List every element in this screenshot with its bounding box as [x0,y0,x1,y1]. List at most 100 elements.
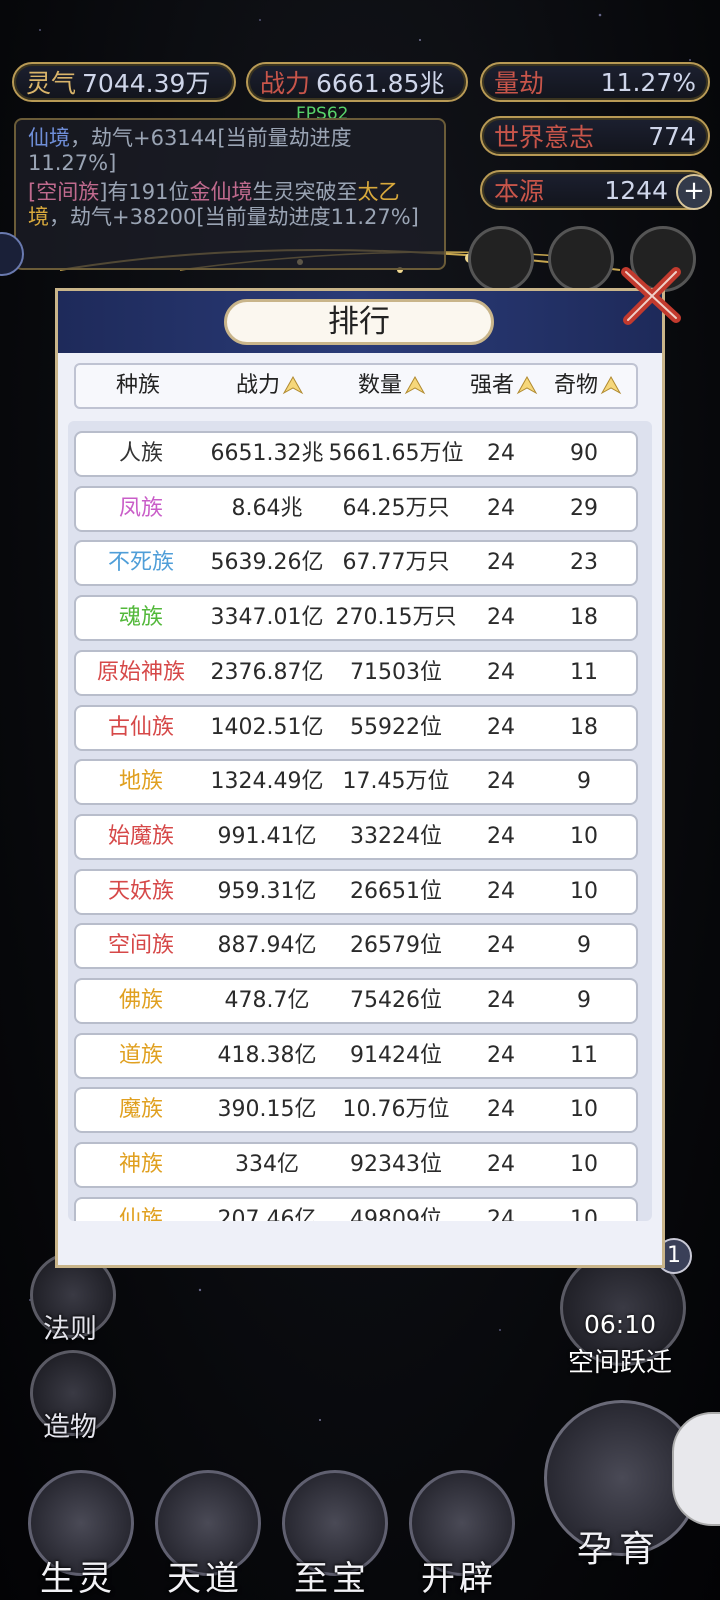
power-cell: 207.46亿 [217,1206,317,1221]
zhanli-display[interactable]: 战力 6661.85兆 [246,62,468,102]
col-race[interactable]: 种族 [116,365,160,407]
count-cell: 91424位 [350,1042,442,1068]
nav-zhi-bao[interactable]: 至宝 [272,1470,392,1600]
nav-tian-dao[interactable]: 天道 [145,1470,265,1600]
table-row[interactable]: 仙族 207.46亿 49809位 24 10 [74,1196,638,1221]
world-will-label: 世界意志 [494,123,595,152]
strong-cell: 24 [487,1042,515,1068]
table-row[interactable]: 凤族 8.64兆 64.25万只 24 29 [74,485,638,532]
table-row[interactable]: 佛族 478.7亿 75426位 24 9 [74,978,638,1024]
lingqi-display[interactable]: 灵气 7044.39万 [12,62,236,102]
strong-cell: 24 [487,1097,515,1123]
count-cell: 92343位 [350,1152,442,1178]
liangjie-value: 11.27% [600,67,696,97]
zao-wu-button[interactable]: 造物 [26,1350,116,1443]
race-cell: 不死族 [107,550,174,576]
nav-tian-dao-label: 天道 [167,1559,243,1599]
table-row[interactable]: 人族 6651.32兆 5661.65万位 24 90 [74,431,638,477]
col-strong[interactable]: 强者 [470,365,538,407]
race-cell: 凤族 [118,495,163,521]
liangjie-label: 量劫 [494,69,545,98]
count-cell: 26651位 [350,878,442,904]
table-row[interactable]: 魔族 390.15亿 10.76万位 24 10 [74,1087,638,1134]
table-row[interactable]: 地族 1324.49亿 17.45万位 24 9 [74,759,638,806]
side-icon-2[interactable] [548,226,614,292]
table-row[interactable]: 魂族 3347.01亿 270.15万只 24 18 [74,595,638,642]
race-cell: 地族 [118,769,163,795]
table-row[interactable]: 始魔族 991.41亿 33224位 24 10 [74,813,638,860]
power-cell: 334亿 [235,1152,299,1178]
benyuan-display[interactable]: 本源 1244 + [480,170,712,210]
strong-cell: 24 [487,441,515,466]
sort-up-icon [282,375,304,395]
fa-ze-label: 法则 [43,1314,97,1345]
items-cell: 18 [570,605,598,631]
add-benyuan-button[interactable]: + [676,174,712,210]
power-cell: 887.94亿 [217,933,317,959]
race-cell: 魂族 [118,605,163,631]
sort-up-icon [516,375,538,395]
space-jump-timer: 06:10 [583,1310,657,1339]
table-row[interactable]: 天妖族 959.31亿 26651位 24 10 [74,868,638,915]
log-realm: 金仙境 [189,180,253,204]
count-cell: 270.15万只 [335,605,457,631]
power-cell: 2376.87亿 [210,659,324,685]
log-realm: 仙境 [28,126,70,150]
items-cell: 90 [570,441,598,466]
table-row[interactable]: 不死族 5639.26亿 67.77万只 24 23 [74,540,638,587]
strong-cell: 24 [487,605,515,631]
items-cell: 29 [570,495,598,521]
items-cell: 23 [570,550,598,576]
col-count[interactable]: 数量 [358,365,426,407]
nav-sheng-ling[interactable]: 生灵 [18,1470,138,1600]
table-row[interactable]: 道族 418.38亿 91424位 24 11 [74,1032,638,1079]
table-row[interactable]: 原始神族 2376.87亿 71503位 24 11 [74,649,638,696]
race-cell: 仙族 [118,1206,163,1221]
liangjie-display[interactable]: 量劫 11.27% [480,62,710,102]
strong-cell: 24 [487,495,515,521]
count-cell: 55922位 [350,714,442,740]
items-cell: 10 [570,823,598,849]
col-items[interactable]: 奇物 [554,365,622,407]
race-cell: 原始神族 [96,659,185,685]
table-row[interactable]: 古仙族 1402.51亿 55922位 24 18 [74,704,638,751]
strong-cell: 24 [487,1152,515,1178]
power-cell: 3347.01亿 [210,605,324,631]
lingqi-value: 7044.39万 [82,69,211,98]
world-will-display[interactable]: 世界意志 774 [480,116,710,156]
items-cell: 10 [570,1206,598,1221]
items-cell: 10 [570,1097,598,1123]
space-jump-label: 空间跃迁 [567,1348,672,1378]
space-jump-button[interactable]: 1 06:10 空间跃迁 [550,1238,692,1380]
power-cell: 478.7亿 [224,988,310,1013]
items-cell: 10 [570,878,598,904]
close-icon[interactable] [618,262,684,328]
ranking-list[interactable]: 人族 6651.32兆 5661.65万位 24 90 凤族 8.64兆 64.25万只 24 2… [68,421,652,1221]
count-cell: 75426位 [350,988,442,1013]
floating-assistant-button[interactable] [672,1412,720,1526]
log-entry-2: [空间族]有191位金仙境生灵突破至太乙境，劫气+38200[当前量劫进度11.… [28,180,432,230]
log-text: ]有191位 [99,180,190,204]
nav-sheng-ling-label: 生灵 [40,1559,116,1599]
strong-cell: 24 [487,769,515,795]
nav-zhi-bao-label: 至宝 [294,1559,370,1599]
strong-cell: 24 [487,714,515,740]
items-cell: 18 [570,714,598,740]
side-icon-1[interactable] [468,226,534,292]
yun-yu-button[interactable]: 孕育 [544,1400,700,1600]
race-cell: 古仙族 [107,714,174,740]
power-cell: 1324.49亿 [210,769,324,795]
items-cell: 9 [577,933,591,959]
sort-up-icon [600,375,622,395]
strong-cell: 24 [487,878,515,904]
nav-kai-pi[interactable]: 开辟 [399,1470,519,1600]
col-power[interactable]: 战力 [236,365,304,407]
table-header: 种族 战力 数量 强者 奇物 [74,363,638,409]
zhanli-label: 战力 [260,69,311,98]
count-cell: 71503位 [350,659,442,685]
table-row[interactable]: 神族 334亿 92343位 24 10 [74,1142,638,1189]
table-row[interactable]: 空间族 887.94亿 26579位 24 9 [74,923,638,970]
count-cell: 67.77万只 [342,550,450,576]
world-will-value: 774 [648,121,696,151]
power-cell: 959.31亿 [217,878,317,904]
